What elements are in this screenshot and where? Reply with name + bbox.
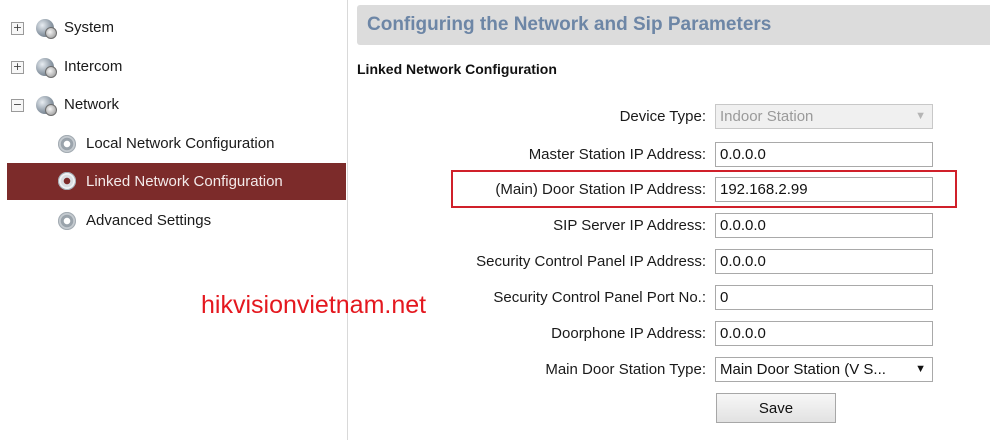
gear-icon — [58, 172, 76, 190]
security-panel-port-label: Security Control Panel Port No.: — [493, 289, 706, 306]
sidebar-item-label: Intercom — [64, 58, 123, 75]
sip-server-ip-input[interactable]: 0.0.0.0 — [715, 213, 933, 238]
sidebar-item-system[interactable]: + System — [0, 11, 346, 45]
doorphone-ip-label: Doorphone IP Address: — [551, 325, 706, 342]
sidebar-item-local-network[interactable]: Local Network Configuration — [0, 127, 346, 161]
security-panel-port-input[interactable]: 0 — [715, 285, 933, 310]
section-title: Linked Network Configuration — [357, 61, 557, 77]
device-type-label: Device Type: — [619, 108, 706, 125]
chevron-down-icon[interactable]: ▼ — [915, 358, 926, 381]
save-button[interactable]: Save — [716, 393, 836, 423]
gear-icon — [58, 212, 76, 230]
globe-icon — [36, 19, 57, 39]
expand-plus-icon[interactable]: + — [11, 61, 24, 74]
security-panel-ip-input[interactable]: 0.0.0.0 — [715, 249, 933, 274]
chevron-down-icon: ▼ — [915, 110, 926, 122]
expand-plus-icon[interactable]: + — [11, 22, 24, 35]
sidebar-item-advanced-settings[interactable]: Advanced Settings — [0, 204, 346, 238]
globe-icon — [36, 96, 57, 116]
master-station-ip-value: 0.0.0.0 — [720, 146, 766, 163]
doorphone-ip-value: 0.0.0.0 — [720, 325, 766, 342]
security-panel-ip-label: Security Control Panel IP Address: — [476, 253, 706, 270]
main-door-station-type-value: Main Door Station (V S... — [720, 361, 886, 378]
security-panel-port-value: 0 — [720, 289, 729, 306]
master-station-ip-input[interactable]: 0.0.0.0 — [715, 142, 933, 167]
collapse-minus-icon[interactable]: − — [11, 99, 24, 112]
sidebar-tree: + System + Intercom − Network Local Netw… — [0, 0, 348, 440]
gear-icon — [58, 135, 76, 153]
main-door-station-type-label: Main Door Station Type: — [545, 361, 706, 378]
sidebar-item-label: Linked Network Configuration — [86, 173, 283, 190]
sidebar-item-network[interactable]: − Network — [0, 88, 346, 122]
sip-server-ip-label: SIP Server IP Address: — [553, 217, 706, 234]
sidebar-item-label: Advanced Settings — [86, 212, 212, 229]
sidebar-item-intercom[interactable]: + Intercom — [0, 50, 346, 84]
page-title: Configuring the Network and Sip Paramete… — [367, 14, 772, 35]
device-type-select: Indoor Station ▼ — [715, 104, 933, 129]
sip-server-ip-value: 0.0.0.0 — [720, 217, 766, 234]
sidebar-item-linked-network[interactable]: Linked Network Configuration — [7, 163, 346, 200]
doorphone-ip-input[interactable]: 0.0.0.0 — [715, 321, 933, 346]
watermark-text: hikvisionvietnam.net — [201, 291, 427, 319]
globe-icon — [36, 58, 57, 78]
security-panel-ip-value: 0.0.0.0 — [720, 253, 766, 270]
master-station-ip-label: Master Station IP Address: — [528, 146, 706, 163]
device-type-value: Indoor Station — [720, 108, 814, 125]
sidebar-item-label: System — [64, 19, 115, 36]
sidebar-item-label: Network — [64, 96, 120, 113]
highlight-box — [451, 170, 957, 208]
sidebar-item-label: Local Network Configuration — [86, 135, 275, 152]
page-header: Configuring the Network and Sip Paramete… — [357, 5, 990, 45]
main-door-station-type-select[interactable]: Main Door Station (V S... ▼ — [715, 357, 933, 382]
